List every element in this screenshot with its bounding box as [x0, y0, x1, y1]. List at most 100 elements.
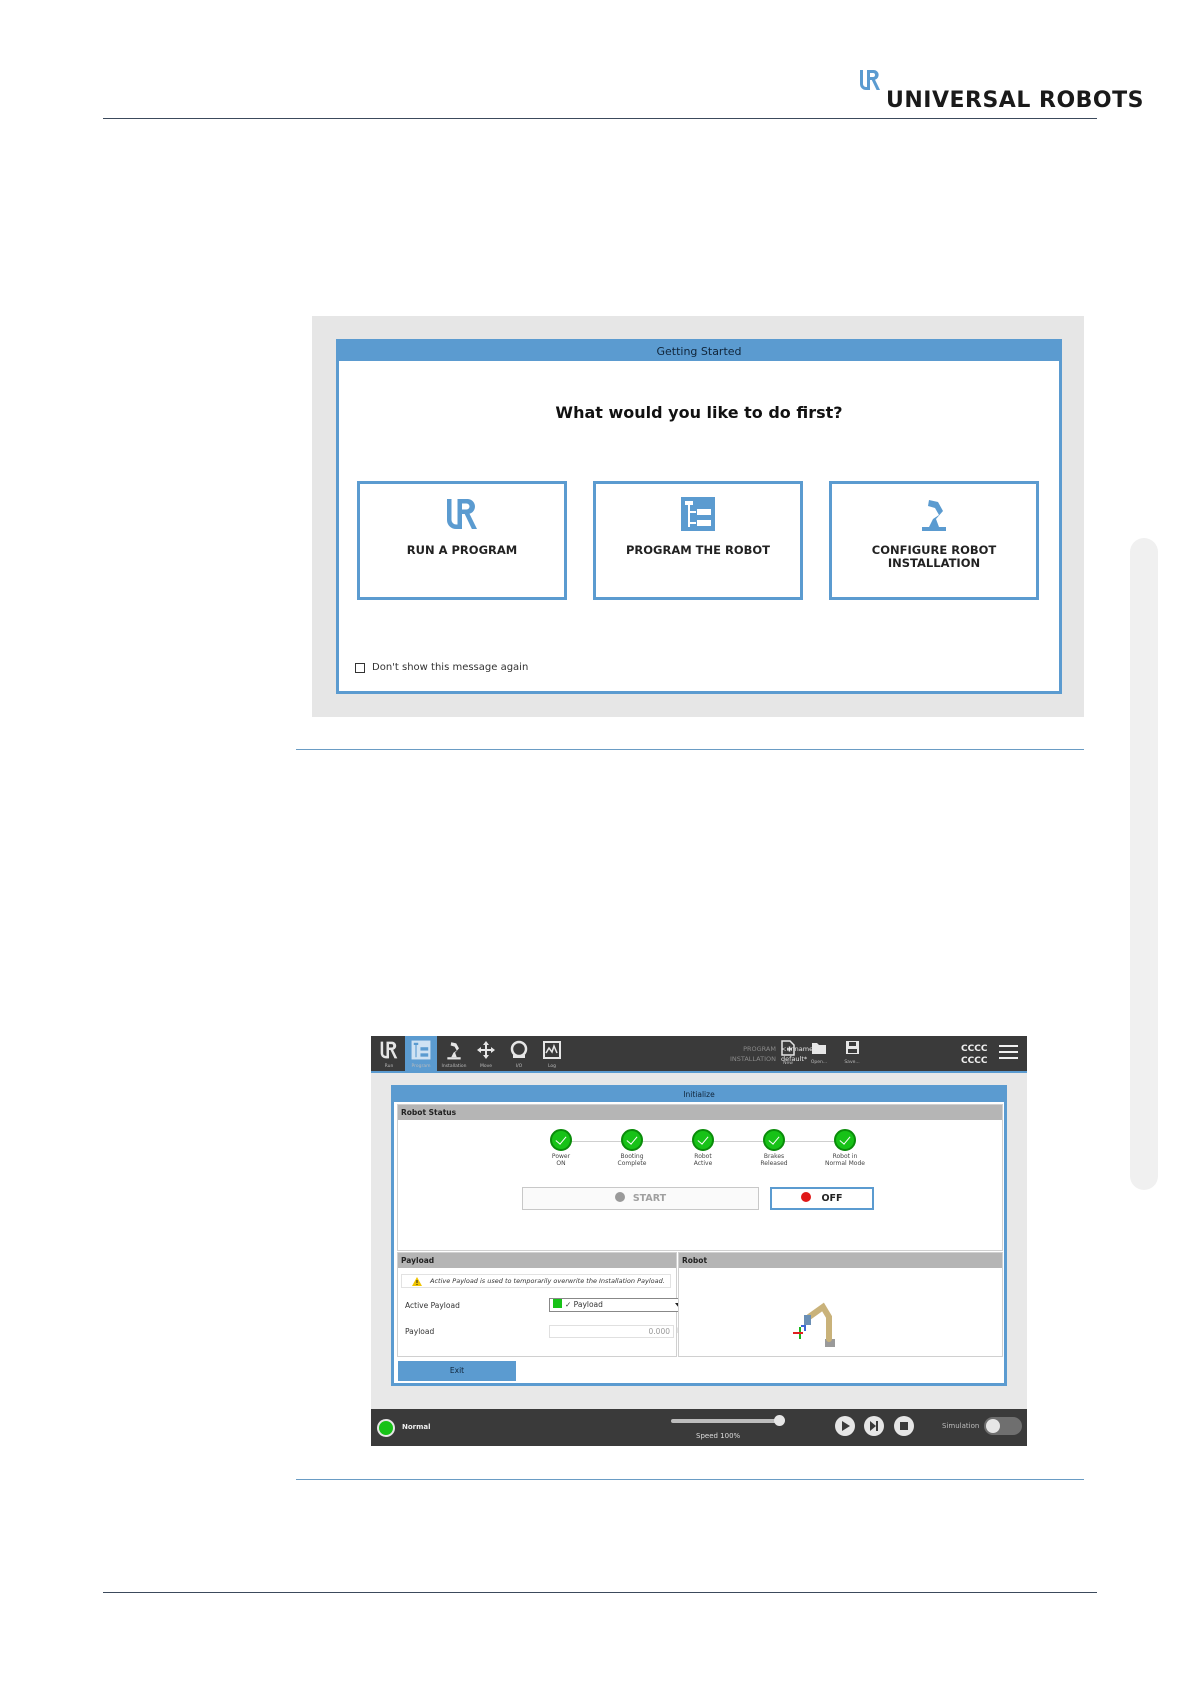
active-payload-value: ✓ Payload — [565, 1300, 603, 1309]
status-step-line2: Complete — [617, 1160, 647, 1167]
open-button[interactable]: Open... — [806, 1040, 832, 1070]
exit-button[interactable]: Exit — [398, 1361, 516, 1381]
robot-arm-icon — [922, 500, 946, 531]
robot-status-text: Normal — [402, 1423, 431, 1431]
program-tree-icon — [681, 497, 715, 531]
polyscope-footer: Normal Speed 100% Simulation — [371, 1409, 1027, 1446]
nav-installation[interactable]: Installation — [438, 1036, 470, 1071]
status-step-booting: Booting Complete — [602, 1129, 662, 1167]
getting-started-dialog: Getting Started What would you like to d… — [336, 339, 1062, 694]
save-label: Save... — [844, 1060, 860, 1065]
nav-program[interactable]: Program — [405, 1036, 437, 1071]
robot-arm-icon — [447, 1042, 461, 1060]
status-step-power: Power ON — [531, 1129, 591, 1167]
nav-move[interactable]: Move — [470, 1036, 502, 1071]
status-dot-icon — [614, 1192, 625, 1202]
robot-status-panel: Robot Status Power ON Booting Complete R… — [397, 1104, 1003, 1251]
check-icon — [692, 1129, 714, 1151]
dont-show-label: Don't show this message again — [372, 662, 529, 673]
new-button[interactable]: New — [775, 1040, 801, 1070]
ur-logo-icon — [860, 70, 880, 90]
play-button[interactable] — [835, 1416, 855, 1436]
robot-model-icon — [793, 1302, 835, 1347]
program-label: PROGRAM — [743, 1045, 776, 1053]
save-icon — [845, 1041, 859, 1054]
play-icon — [842, 1421, 850, 1431]
step-forward-icon — [870, 1421, 878, 1431]
new-file-icon — [781, 1040, 795, 1056]
status-step-line1: Power — [551, 1153, 571, 1160]
robot-panel: Robot — [678, 1252, 1003, 1357]
off-button[interactable]: OFF — [770, 1187, 874, 1210]
payload-warning-text: Active Payload is used to temporarily ov… — [430, 1277, 665, 1285]
dialog-title: Getting Started — [339, 342, 1059, 361]
start-label: START — [632, 1193, 667, 1204]
header-right-line1: CCCC — [961, 1044, 988, 1054]
status-step-robot-active: Robot Active — [673, 1129, 733, 1167]
speed-label: Speed 100% — [696, 1432, 741, 1440]
power-dot-icon — [801, 1192, 812, 1202]
robot-status-header: Robot Status — [398, 1105, 1002, 1120]
page-scrollbar[interactable] — [1130, 538, 1158, 1190]
brand-name: UNIVERSAL ROBOTS — [886, 88, 1144, 113]
configure-installation-button[interactable]: CONFIGURE ROBOT INSTALLATION — [829, 481, 1039, 600]
nav-move-label: Move — [479, 1064, 493, 1069]
nav-io-label: I/O — [515, 1064, 523, 1069]
program-robot-button[interactable]: PROGRAM THE ROBOT — [593, 481, 803, 600]
polyscope-screenshot: Run Program Installation Move I/O Log PR… — [371, 1036, 1027, 1446]
status-step-line1: Brakes — [763, 1153, 785, 1160]
stop-icon — [900, 1422, 908, 1430]
speed-slider[interactable] — [671, 1419, 781, 1423]
nav-run[interactable]: Run — [373, 1036, 405, 1071]
dialog-question: What would you like to do first? — [555, 403, 843, 422]
robot-header: Robot — [679, 1253, 1002, 1268]
simulation-toggle[interactable] — [984, 1417, 1022, 1435]
polyscope-body: Initialize Robot Status Power ON Booting… — [371, 1073, 1027, 1409]
robot-status-icon[interactable] — [377, 1419, 395, 1437]
io-icon — [510, 1040, 528, 1058]
step-button[interactable] — [864, 1416, 884, 1436]
speed-slider-handle[interactable] — [774, 1415, 785, 1426]
nav-run-label: Run — [384, 1064, 394, 1069]
nav-installation-label: Installation — [441, 1064, 467, 1069]
hamburger-menu-icon[interactable] — [999, 1045, 1018, 1059]
run-program-button[interactable]: RUN A PROGRAM — [357, 481, 567, 600]
dont-show-checkbox[interactable]: Don't show this message again — [355, 662, 528, 673]
checkmark-icon — [553, 1299, 562, 1308]
installation-label: INSTALLATION — [729, 1055, 776, 1063]
ur-logo-icon — [447, 499, 477, 529]
status-step-brakes: Brakes Released — [744, 1129, 804, 1167]
open-label: Open... — [810, 1060, 828, 1065]
stop-button[interactable] — [894, 1416, 914, 1436]
status-step-line1: Robot — [694, 1153, 712, 1160]
polyscope-header: Run Program Installation Move I/O Log PR… — [371, 1036, 1027, 1071]
program-robot-label: PROGRAM THE ROBOT — [625, 543, 771, 557]
save-button[interactable]: Save... — [839, 1040, 865, 1070]
status-step-line2: Released — [760, 1160, 788, 1167]
move-arrows-icon — [477, 1041, 495, 1059]
payload-input[interactable]: 0.000 — [549, 1325, 674, 1338]
section-rule — [296, 1479, 1084, 1480]
checkbox-box[interactable] — [355, 662, 365, 673]
section-rule — [296, 749, 1084, 750]
nav-log[interactable]: Log — [536, 1036, 568, 1071]
nav-io[interactable]: I/O — [503, 1036, 535, 1071]
status-step-line1: Robot in — [832, 1153, 858, 1160]
check-icon — [763, 1129, 785, 1151]
active-payload-select[interactable]: ✓ Payload — [549, 1298, 689, 1312]
check-icon — [621, 1129, 643, 1151]
status-step-line2: Normal Mode — [825, 1160, 865, 1167]
ur-logo-icon — [380, 1041, 398, 1059]
initialize-dialog: Initialize Robot Status Power ON Booting… — [391, 1085, 1007, 1386]
payload-header: Payload — [398, 1253, 676, 1268]
run-program-label: RUN A PROGRAM — [406, 543, 518, 557]
payload-panel: Payload Active Payload is used to tempor… — [397, 1252, 689, 1357]
program-meta-labels: PROGRAM INSTALLATION — [656, 1044, 776, 1064]
initialize-title: Initialize — [394, 1088, 1004, 1102]
status-step-normal-mode: Robot in Normal Mode — [815, 1129, 875, 1167]
active-payload-label: Active Payload — [405, 1301, 460, 1310]
status-step-line1: Booting — [620, 1153, 644, 1160]
warning-icon — [412, 1277, 422, 1286]
start-button[interactable]: START — [522, 1187, 759, 1210]
footer-rule — [103, 1592, 1097, 1593]
